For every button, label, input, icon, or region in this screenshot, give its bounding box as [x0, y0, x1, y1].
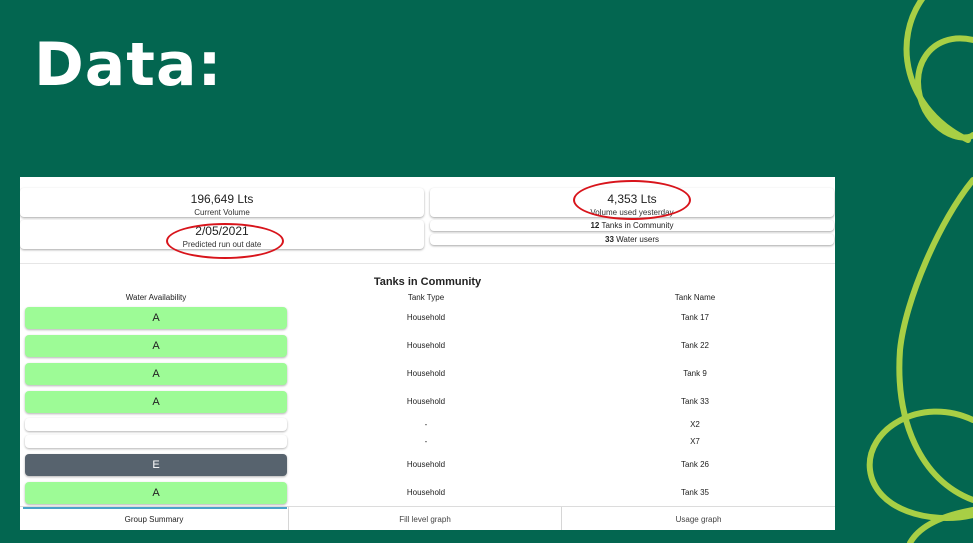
tanks-count-number: 12 — [590, 221, 600, 230]
table-row[interactable]: A Household Tank 9 — [20, 363, 835, 385]
slide-title: Data: — [34, 30, 223, 100]
tank-type-cell: Household — [406, 369, 446, 378]
tank-name-cell: X2 — [690, 420, 700, 429]
decorative-swirl — [866, 0, 973, 543]
volume-yesterday-label: Volume used yesterday — [590, 208, 674, 217]
availability-badge[interactable] — [25, 435, 287, 448]
header-tank-name: Tank Name — [674, 293, 716, 302]
tank-name-cell: Tank 9 — [683, 369, 707, 378]
tab-bar: Group Summary Fill level graph Usage gra… — [20, 506, 835, 530]
tank-name-cell: Tank 26 — [680, 460, 710, 469]
availability-badge[interactable]: A — [25, 307, 287, 329]
dashboard-screenshot: 196,649 Lts Current Volume 2/05/2021 Pre… — [20, 177, 835, 530]
users-count-number: 33 — [605, 235, 614, 244]
volume-yesterday-value: 4,353 Lts — [607, 192, 657, 206]
tank-type-cell: Household — [406, 460, 446, 469]
tank-type-cell: Household — [406, 341, 446, 350]
table-row[interactable]: A Household Tank 35 — [20, 482, 835, 504]
tank-name-cell: Tank 17 — [680, 313, 710, 322]
table-row[interactable]: - X2 — [20, 418, 835, 431]
table-row[interactable]: A Household Tank 33 — [20, 391, 835, 413]
current-volume-value: 196,649 Lts — [190, 192, 254, 206]
table-row[interactable]: A Household Tank 17 — [20, 307, 835, 329]
availability-badge[interactable]: A — [25, 335, 287, 357]
current-volume-card: 196,649 Lts Current Volume — [20, 188, 424, 217]
tank-name-cell: Tank 33 — [680, 397, 710, 406]
users-count-card: 33 Water users — [430, 234, 834, 245]
tab-usage-graph[interactable]: Usage graph — [562, 507, 835, 530]
tank-type-cell: - — [424, 420, 428, 429]
volume-yesterday-card: 4,353 Lts Volume used yesterday — [430, 188, 834, 217]
section-divider — [20, 263, 835, 264]
table-row[interactable]: - X7 — [20, 435, 835, 448]
header-water-availability: Water Availability — [125, 293, 187, 302]
run-out-date-card: 2/05/2021 Predicted run out date — [20, 220, 424, 249]
tank-type-cell: Household — [406, 313, 446, 322]
header-tank-type: Tank Type — [407, 293, 445, 302]
availability-badge[interactable]: A — [25, 391, 287, 413]
tank-type-cell: - — [424, 437, 428, 446]
tank-type-cell: Household — [406, 397, 446, 406]
availability-badge[interactable]: E — [25, 454, 287, 476]
run-out-date-label: Predicted run out date — [182, 240, 262, 249]
availability-badge[interactable] — [25, 418, 287, 431]
availability-badge[interactable]: A — [25, 482, 287, 504]
tank-name-cell: X7 — [690, 437, 700, 446]
run-out-date-value: 2/05/2021 — [195, 224, 249, 238]
table-row[interactable]: E Household Tank 26 — [20, 454, 835, 476]
availability-badge[interactable]: A — [25, 363, 287, 385]
tab-group-summary[interactable]: Group Summary — [20, 507, 288, 530]
users-count-text: Water users — [616, 235, 659, 244]
current-volume-label: Current Volume — [194, 208, 250, 217]
table-title: Tanks in Community — [373, 276, 482, 288]
tanks-count-card: 12 Tanks in Community — [430, 220, 834, 231]
tank-name-cell: Tank 35 — [680, 488, 710, 497]
tab-fill-level-graph[interactable]: Fill level graph — [289, 507, 561, 530]
tanks-count-text: Tanks in Community — [601, 221, 674, 230]
tank-type-cell: Household — [406, 488, 446, 497]
tank-name-cell: Tank 22 — [680, 341, 710, 350]
table-row[interactable]: A Household Tank 22 — [20, 335, 835, 357]
